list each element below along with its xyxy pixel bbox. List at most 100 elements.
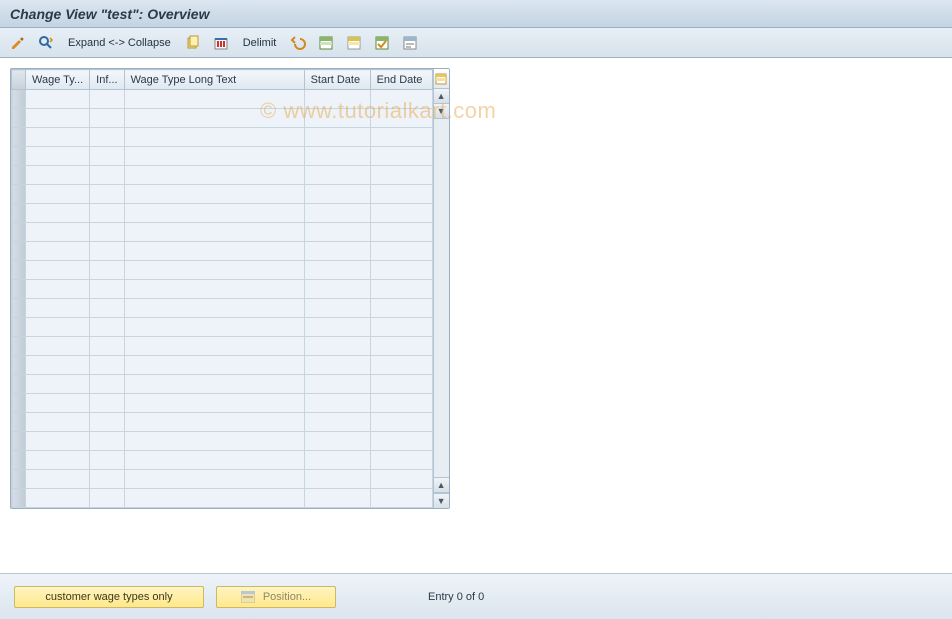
cell-infotype[interactable] — [90, 261, 124, 280]
cell-start-date[interactable] — [304, 109, 370, 128]
cell-end-date[interactable] — [370, 451, 432, 470]
row-selector-cell[interactable] — [12, 109, 26, 128]
cell-end-date[interactable] — [370, 337, 432, 356]
cell-end-date[interactable] — [370, 413, 432, 432]
cell-infotype[interactable] — [90, 470, 124, 489]
scroll-down-end-button[interactable]: ▼ — [434, 493, 449, 508]
table-settings-button[interactable] — [434, 69, 449, 89]
cell-infotype[interactable] — [90, 318, 124, 337]
cell-infotype[interactable] — [90, 394, 124, 413]
cell-long-text[interactable] — [124, 432, 304, 451]
cell-start-date[interactable] — [304, 128, 370, 147]
table-row[interactable] — [12, 299, 433, 318]
cell-wage-type[interactable] — [26, 204, 90, 223]
cell-wage-type[interactable] — [26, 375, 90, 394]
cell-wage-type[interactable] — [26, 185, 90, 204]
cell-infotype[interactable] — [90, 280, 124, 299]
expand-collapse-button[interactable]: Expand <-> Collapse — [62, 32, 177, 54]
cell-wage-type[interactable] — [26, 90, 90, 109]
cell-wage-type[interactable] — [26, 299, 90, 318]
table-row[interactable] — [12, 394, 433, 413]
row-selector-cell[interactable] — [12, 489, 26, 508]
cell-long-text[interactable] — [124, 470, 304, 489]
cell-start-date[interactable] — [304, 337, 370, 356]
cell-long-text[interactable] — [124, 356, 304, 375]
undo-button[interactable] — [286, 32, 310, 54]
cell-end-date[interactable] — [370, 223, 432, 242]
table-row[interactable] — [12, 166, 433, 185]
cell-infotype[interactable] — [90, 90, 124, 109]
cell-wage-type[interactable] — [26, 242, 90, 261]
table-row[interactable] — [12, 318, 433, 337]
cell-start-date[interactable] — [304, 280, 370, 299]
row-selector-cell[interactable] — [12, 280, 26, 299]
cell-infotype[interactable] — [90, 451, 124, 470]
row-selector-cell[interactable] — [12, 375, 26, 394]
cell-start-date[interactable] — [304, 204, 370, 223]
cell-wage-type[interactable] — [26, 489, 90, 508]
cell-infotype[interactable] — [90, 128, 124, 147]
table-row[interactable] — [12, 223, 433, 242]
cell-long-text[interactable] — [124, 109, 304, 128]
cell-wage-type[interactable] — [26, 147, 90, 166]
copy-button[interactable] — [181, 32, 205, 54]
cell-wage-type[interactable] — [26, 470, 90, 489]
other-view-button[interactable] — [34, 32, 58, 54]
cell-long-text[interactable] — [124, 280, 304, 299]
cell-end-date[interactable] — [370, 261, 432, 280]
cell-infotype[interactable] — [90, 356, 124, 375]
row-selector-cell[interactable] — [12, 90, 26, 109]
cell-end-date[interactable] — [370, 470, 432, 489]
cell-end-date[interactable] — [370, 375, 432, 394]
cell-start-date[interactable] — [304, 489, 370, 508]
table-row[interactable] — [12, 375, 433, 394]
cell-long-text[interactable] — [124, 451, 304, 470]
cell-end-date[interactable] — [370, 204, 432, 223]
scroll-down-button[interactable]: ▼ — [434, 104, 449, 119]
delete-button[interactable] — [209, 32, 233, 54]
cell-start-date[interactable] — [304, 394, 370, 413]
cell-start-date[interactable] — [304, 147, 370, 166]
cell-wage-type[interactable] — [26, 280, 90, 299]
cell-wage-type[interactable] — [26, 356, 90, 375]
cell-infotype[interactable] — [90, 375, 124, 394]
alv-grid[interactable]: Wage Ty... Inf... Wage Type Long Text St… — [11, 69, 433, 508]
row-selector-cell[interactable] — [12, 223, 26, 242]
column-infotype[interactable]: Inf... — [90, 70, 124, 90]
cell-end-date[interactable] — [370, 356, 432, 375]
scroll-up-button[interactable]: ▲ — [434, 89, 449, 104]
cell-end-date[interactable] — [370, 432, 432, 451]
cell-wage-type[interactable] — [26, 413, 90, 432]
row-selector-cell[interactable] — [12, 204, 26, 223]
column-start-date[interactable]: Start Date — [304, 70, 370, 90]
cell-infotype[interactable] — [90, 432, 124, 451]
cell-end-date[interactable] — [370, 489, 432, 508]
cell-start-date[interactable] — [304, 470, 370, 489]
cell-start-date[interactable] — [304, 242, 370, 261]
cell-wage-type[interactable] — [26, 451, 90, 470]
row-selector-cell[interactable] — [12, 356, 26, 375]
row-selector-cell[interactable] — [12, 166, 26, 185]
cell-end-date[interactable] — [370, 166, 432, 185]
table-row[interactable] — [12, 109, 433, 128]
cell-wage-type[interactable] — [26, 128, 90, 147]
cell-wage-type[interactable] — [26, 318, 90, 337]
deselect-all-button[interactable] — [370, 32, 394, 54]
row-selector-cell[interactable] — [12, 185, 26, 204]
cell-infotype[interactable] — [90, 147, 124, 166]
table-row[interactable] — [12, 413, 433, 432]
table-row[interactable] — [12, 242, 433, 261]
cell-start-date[interactable] — [304, 413, 370, 432]
table-row[interactable] — [12, 337, 433, 356]
cell-infotype[interactable] — [90, 185, 124, 204]
cell-start-date[interactable] — [304, 185, 370, 204]
row-selector-header[interactable] — [12, 70, 26, 90]
cell-infotype[interactable] — [90, 413, 124, 432]
row-selector-cell[interactable] — [12, 394, 26, 413]
cell-end-date[interactable] — [370, 242, 432, 261]
cell-start-date[interactable] — [304, 166, 370, 185]
cell-infotype[interactable] — [90, 109, 124, 128]
cell-long-text[interactable] — [124, 166, 304, 185]
table-row[interactable] — [12, 489, 433, 508]
table-row[interactable] — [12, 147, 433, 166]
